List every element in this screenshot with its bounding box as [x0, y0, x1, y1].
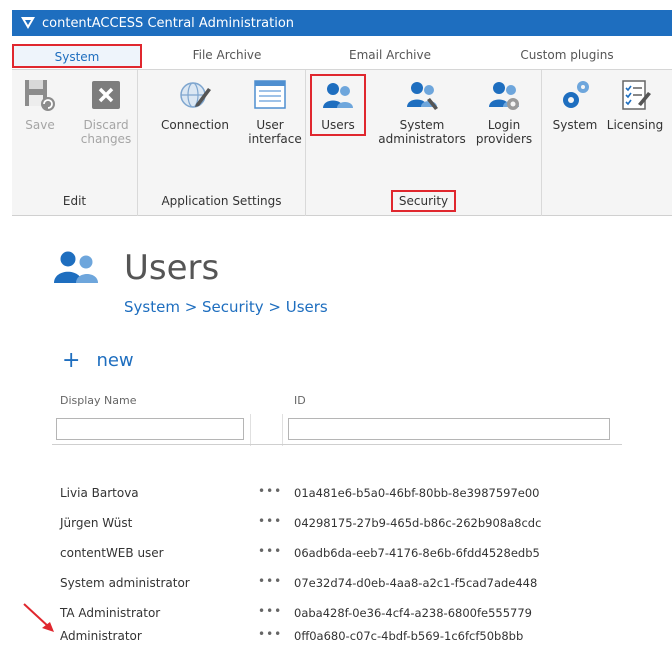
user-id: 0aba428f-0e36-4cf4-a238-6800fe555779 — [294, 606, 532, 620]
licensing-checklist-icon — [622, 80, 651, 110]
discard-changes-button[interactable]: Discard changes — [78, 78, 134, 146]
row-actions-button[interactable]: ••• — [258, 627, 282, 641]
table-row[interactable]: Administrator ••• 0ff0a680-c07c-4bdf-b56… — [52, 627, 622, 648]
app-logo-icon — [21, 17, 35, 29]
row-actions-button[interactable]: ••• — [258, 604, 282, 618]
system-administrators-icon — [407, 82, 438, 110]
users-icon — [323, 83, 353, 108]
licensing-label: Licensing — [606, 118, 664, 132]
table-row[interactable]: contentWEB user ••• 06adb6da-eeb7-4176-8… — [52, 538, 622, 570]
window-title: contentACCESS Central Administration — [42, 15, 295, 31]
window-title-bar: contentACCESS Central Administration — [12, 10, 672, 36]
id-filter-input[interactable] — [288, 418, 610, 440]
save-button[interactable]: Save — [20, 78, 60, 132]
discard-icon — [92, 81, 120, 109]
row-actions-button[interactable]: ••• — [258, 484, 282, 498]
table-row[interactable]: Livia Bartova ••• 01a481e6-b5a0-46bf-80b… — [52, 478, 622, 510]
save-icon — [25, 80, 55, 111]
users-button[interactable]: Users — [310, 74, 366, 136]
users-heading-icon — [54, 251, 98, 283]
system-administrators-label-line2: administrators — [378, 132, 466, 146]
tab-system[interactable]: System — [12, 44, 142, 68]
user-id: 04298175-27b9-465d-b86c-262b908a8cdc — [294, 516, 542, 530]
column-header-display-name[interactable]: Display Name — [60, 394, 137, 407]
user-id: 06adb6da-eeb7-4176-8e6b-6fdd4528edb5 — [294, 546, 540, 560]
system-administrators-label-line1: System — [399, 118, 445, 132]
tab-email-archive[interactable]: Email Archive — [330, 44, 450, 68]
discard-label-line2: changes — [80, 132, 132, 146]
login-providers-button[interactable]: Login providers — [474, 78, 534, 146]
user-display-name: Jürgen Wüst — [60, 516, 133, 530]
user-display-name: Administrator — [60, 629, 142, 643]
login-providers-label-line1: Login — [487, 118, 521, 132]
column-divider — [282, 414, 283, 446]
ribbon-group-label-application-settings: Application Settings — [161, 194, 282, 208]
table-row[interactable]: System administrator ••• 07e32d74-d0eb-4… — [52, 568, 622, 600]
connection-label: Connection — [161, 118, 229, 132]
user-id: 07e32d74-d0eb-4aa8-a2c1-f5cad7ade448 — [294, 576, 538, 590]
user-id: 0ff0a680-c07c-4bdf-b569-1c6fcf50b8bb — [294, 629, 524, 643]
breadcrumb[interactable]: System > Security > Users — [124, 298, 328, 316]
tab-custom-plugins[interactable]: Custom plugins — [502, 44, 632, 68]
user-id: 01a481e6-b5a0-46bf-80bb-8e3987597e00 — [294, 486, 540, 500]
new-label: new — [96, 350, 134, 371]
ribbon-group-system: System Licensing — [542, 70, 672, 216]
page-title: Users — [124, 248, 220, 288]
plus-icon: + — [62, 348, 81, 373]
connection-button[interactable]: Connection — [156, 78, 234, 132]
login-providers-icon — [489, 82, 519, 110]
discard-label-line1: Discard — [83, 118, 129, 132]
row-actions-button[interactable]: ••• — [258, 574, 282, 588]
system-administrators-button[interactable]: System administrators — [376, 78, 468, 146]
user-display-name: TA Administrator — [60, 606, 161, 620]
ribbon-tabs: System File Archive Email Archive Custom… — [12, 36, 672, 70]
login-providers-label-line2: providers — [475, 132, 533, 146]
column-header-id[interactable]: ID — [294, 394, 306, 407]
tab-file-archive[interactable]: File Archive — [172, 44, 282, 68]
table-header-divider — [52, 444, 622, 445]
user-display-name: System administrator — [60, 576, 190, 590]
ribbon-group-label-edit: Edit — [62, 194, 87, 208]
gears-icon — [563, 81, 589, 108]
globe-pencil-icon — [180, 82, 211, 108]
table-row[interactable]: Jürgen Wüst ••• 04298175-27b9-465d-b86c-… — [52, 508, 622, 540]
ribbon-group-edit: Save Discard changes Edit — [12, 70, 138, 216]
row-actions-button[interactable]: ••• — [258, 514, 282, 528]
ribbon: Save Discard changes Edit Connection Use… — [12, 70, 672, 216]
new-user-button[interactable]: + new — [62, 348, 134, 373]
user-interface-label-line1: User — [256, 118, 284, 132]
ribbon-group-security: Users System administrators Login provid… — [306, 70, 542, 216]
users-label: Users — [321, 118, 355, 132]
display-name-filter-input[interactable] — [56, 418, 244, 440]
save-label: Save — [25, 118, 55, 132]
user-display-name: Livia Bartova — [60, 486, 139, 500]
annotation-arrow-icon — [23, 603, 54, 632]
ribbon-group-application-settings: Connection User interface Application Se… — [138, 70, 306, 216]
row-actions-button[interactable]: ••• — [258, 544, 282, 558]
table-row[interactable]: TA Administrator ••• 0aba428f-0e36-4cf4-… — [52, 598, 622, 630]
user-interface-label-line2: interface — [248, 132, 302, 146]
window-icon — [254, 80, 286, 109]
column-divider — [250, 414, 251, 446]
user-display-name: contentWEB user — [60, 546, 164, 560]
security-group-label: Security — [390, 190, 457, 212]
user-interface-button[interactable]: User interface — [238, 78, 302, 146]
system-button[interactable]: System — [550, 78, 600, 132]
licensing-button[interactable]: Licensing — [604, 78, 666, 132]
system-label: System — [552, 118, 598, 132]
ribbon-group-label-security: Security — [306, 190, 541, 212]
